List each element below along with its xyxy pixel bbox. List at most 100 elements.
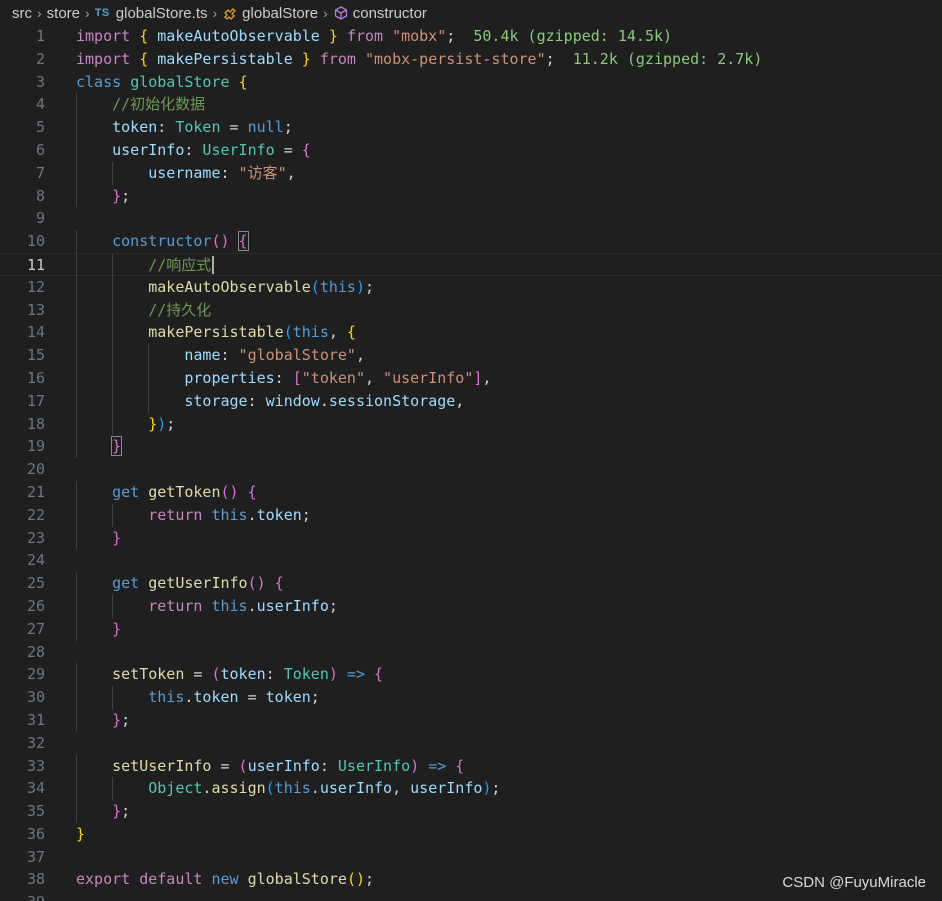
code-line[interactable]: 21 get getToken() { — [0, 480, 942, 504]
code-line[interactable]: 31}; — [0, 708, 942, 732]
code-line[interactable]: 15 name: "globalStore", — [0, 344, 942, 367]
code-line[interactable]: 32 — [0, 732, 942, 755]
code-line[interactable]: 34 Object.assign(this.userInfo, userInfo)… — [0, 777, 942, 801]
code-token: : — [220, 163, 239, 182]
method-symbol-icon — [333, 5, 349, 21]
code-line[interactable]: 36} — [0, 823, 942, 846]
code-line[interactable]: 33 setUserInfo = (userInfo: UserInfo) => … — [0, 754, 942, 778]
code-token: from — [319, 49, 356, 68]
code-line[interactable]: 1 import { makeAutoObservable } from "mob… — [0, 25, 942, 48]
code-line[interactable]: 6 userInfo: UserInfo = { — [0, 138, 942, 162]
code-line[interactable]: 26 return this.userInfo; — [0, 594, 942, 618]
typescript-file-icon: TS — [94, 7, 110, 19]
code-token: getToken — [148, 482, 221, 501]
code-line[interactable]: 12 makeAutoObservable(this); — [0, 275, 942, 299]
code-token: { — [455, 756, 465, 775]
breadcrumb-item-store[interactable]: store — [47, 5, 80, 22]
code-token: = — [274, 140, 302, 159]
code-line[interactable]: 8}; — [0, 184, 942, 208]
code-token: Object — [148, 779, 203, 798]
code-content: storage: window.sessionStorage, — [184, 390, 464, 413]
code-line[interactable]: 19} — [0, 435, 942, 459]
line-number: 11 — [26, 255, 45, 274]
code-token: this — [274, 779, 311, 798]
code-line[interactable]: 22 return this.token; — [0, 503, 942, 527]
code-token: get — [112, 482, 140, 501]
line-number: 20 — [26, 460, 45, 479]
line-number: 8 — [35, 186, 45, 205]
code-line[interactable]: 14 makePersistable(this, { — [0, 321, 942, 345]
breadcrumb-item-src[interactable]: src — [12, 5, 32, 22]
code-line[interactable]: 11 //响应式 — [0, 252, 942, 277]
code-token: ; — [121, 802, 131, 821]
code-token: import — [76, 49, 131, 68]
code-editor[interactable]: 1 import { makeAutoObservable } from "mob… — [0, 25, 942, 901]
code-line[interactable]: 20 — [0, 458, 942, 481]
breadcrumb-label: store — [46, 4, 81, 22]
code-content: this.token = token; — [148, 686, 320, 709]
code-line[interactable]: 16 properties: ["token", "userInfo"], — [0, 366, 942, 390]
indent-guide — [76, 184, 77, 208]
line-number: 17 — [26, 391, 45, 410]
indent-guide — [76, 503, 77, 527]
code-token: setToken — [112, 665, 185, 684]
code-token: } — [112, 186, 122, 205]
code-line[interactable]: 39 — [0, 891, 942, 901]
code-line[interactable]: 23} — [0, 526, 942, 550]
code-line[interactable]: 28 — [0, 641, 942, 664]
code-line[interactable]: 5 token: Token = null; — [0, 116, 942, 139]
code-line[interactable]: 35}; — [0, 800, 942, 823]
breadcrumb-item-class[interactable]: globalStore — [222, 5, 318, 22]
code-line[interactable]: 37 — [0, 846, 942, 869]
code-token: this — [319, 277, 356, 296]
code-token: } — [112, 710, 122, 729]
code-content: constructor() { — [112, 230, 249, 253]
indent-guide — [76, 412, 77, 436]
code-line[interactable]: 7 username: "访客", — [0, 161, 942, 185]
code-token: ; — [301, 505, 311, 524]
breadcrumb-label: globalStore.ts — [115, 4, 208, 22]
indent-guide — [112, 366, 114, 390]
line-number: 26 — [26, 596, 45, 615]
code-content: class globalStore { — [76, 71, 248, 94]
code-token: } — [111, 436, 123, 457]
code-token: ; — [328, 596, 338, 615]
indent-guide — [76, 116, 77, 139]
line-number: 30 — [26, 688, 45, 707]
code-line[interactable]: 30 this.token = token; — [0, 686, 942, 709]
code-line[interactable]: 9 — [0, 207, 942, 230]
code-content: return this.userInfo; — [148, 595, 338, 618]
code-line[interactable]: 27} — [0, 617, 942, 641]
code-line[interactable]: 4 //初始化数据 — [0, 93, 942, 117]
code-content: //持久化 — [148, 299, 211, 322]
code-content: } — [76, 823, 85, 846]
code-line[interactable]: 25 get getUserInfo() { — [0, 572, 942, 595]
breadcrumb-item-method[interactable]: constructor — [333, 5, 427, 22]
line-number: 6 — [35, 140, 45, 159]
breadcrumb-item-file[interactable]: TS globalStore.ts — [95, 5, 208, 22]
code-line[interactable]: 3 class globalStore { — [0, 71, 942, 94]
code-token: ) — [328, 665, 338, 684]
code-content: }; — [112, 185, 130, 208]
code-line[interactable]: 10 constructor() { — [0, 230, 942, 253]
code-line[interactable]: 24 — [0, 549, 942, 572]
code-token: makePersistable — [148, 49, 302, 68]
code-line[interactable]: 18}); — [0, 412, 942, 436]
code-line[interactable]: 17 storage: window.sessionStorage, — [0, 389, 942, 413]
code-line[interactable]: 2 import { makePersistable } from "mobx-p… — [0, 48, 942, 71]
code-token: ; — [446, 27, 456, 45]
line-number: 28 — [26, 642, 45, 661]
code-token: } — [301, 49, 311, 68]
code-line[interactable]: 29 setToken = (token: Token) => { — [0, 663, 942, 687]
code-content: }; — [112, 800, 130, 823]
code-line[interactable]: 13 //持久化 — [0, 298, 942, 322]
line-number: 15 — [26, 346, 45, 365]
line-number: 13 — [26, 300, 45, 319]
indent-guide — [76, 663, 77, 687]
code-token: : — [265, 665, 284, 684]
code-content: setUserInfo = (userInfo: UserInfo) => { — [112, 755, 464, 778]
code-content: token: Token = null; — [112, 116, 293, 139]
